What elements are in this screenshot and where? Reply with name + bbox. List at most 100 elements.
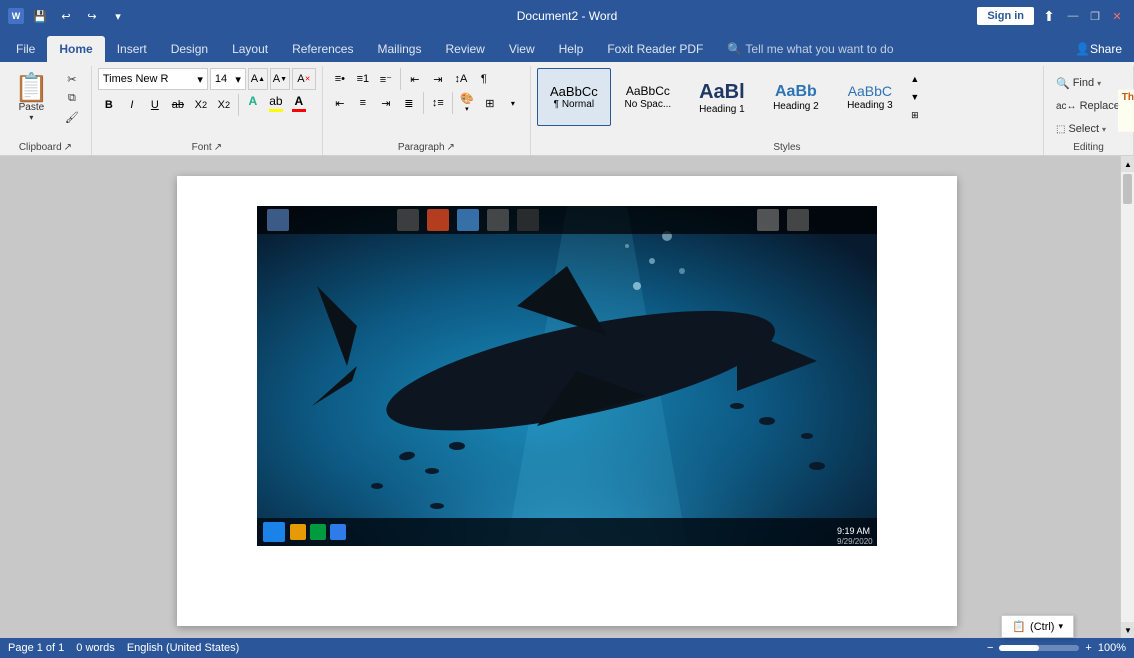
clipboard-expand-icon[interactable]: ↗ bbox=[64, 142, 72, 153]
font-row1: Times New R ▾ 14 ▾ A▲ A▼ A✕ bbox=[98, 68, 316, 90]
paragraph-expand-icon[interactable]: ↗ bbox=[447, 142, 455, 153]
scroll-thumb[interactable] bbox=[1123, 174, 1132, 204]
font-color-button[interactable]: A bbox=[288, 94, 310, 116]
tab-help[interactable]: Help bbox=[547, 36, 596, 62]
vertical-scrollbar[interactable]: ▲ ▼ bbox=[1120, 156, 1134, 638]
justify-button[interactable]: ≣ bbox=[398, 92, 420, 114]
paste-button[interactable]: 📋 Paste ▾ bbox=[6, 68, 57, 128]
cut-button[interactable]: ✂ bbox=[59, 70, 85, 88]
paste-notification[interactable]: 📋 (Ctrl) ▾ bbox=[1001, 615, 1074, 638]
zoom-in-button[interactable]: + bbox=[1085, 642, 1091, 654]
tab-review[interactable]: Review bbox=[433, 36, 496, 62]
style-heading3[interactable]: AaBbC Heading 3 bbox=[833, 68, 907, 126]
bullets-button[interactable]: ≡• bbox=[329, 68, 351, 90]
styles-scroll-down[interactable]: ▼ bbox=[907, 88, 923, 106]
zoom-slider[interactable] bbox=[999, 645, 1079, 651]
tab-foxit[interactable]: Foxit Reader PDF bbox=[595, 36, 715, 62]
highlight-color-button[interactable]: ab bbox=[265, 94, 287, 116]
clipboard-group: 📋 Paste ▾ ✂ ⧉ 🖌 Clipboard ↗ bbox=[0, 66, 92, 155]
align-right-button[interactable]: ⇥ bbox=[375, 92, 397, 114]
increase-indent-button[interactable]: ⇥ bbox=[427, 68, 449, 90]
ribbon-toggle-button[interactable]: ⬆ bbox=[1038, 5, 1060, 27]
tab-tell-me[interactable]: 🔍 Tell me what you want to do bbox=[715, 36, 905, 62]
borders-button[interactable]: ⊞ bbox=[479, 92, 501, 114]
shading-button[interactable]: 🎨 ▾ bbox=[456, 92, 478, 114]
text-effects-button[interactable]: A bbox=[242, 94, 264, 116]
qat-redo-button[interactable]: ↪ bbox=[82, 6, 102, 26]
multilevel-list-button[interactable]: ≡⁻ bbox=[375, 68, 397, 90]
tab-design[interactable]: Design bbox=[159, 36, 220, 62]
tab-layout[interactable]: Layout bbox=[220, 36, 280, 62]
clear-formatting-button[interactable]: A✕ bbox=[292, 68, 316, 90]
scroll-track bbox=[1121, 206, 1134, 622]
tab-view[interactable]: View bbox=[497, 36, 547, 62]
sort-button[interactable]: ↕A bbox=[450, 68, 472, 90]
subscript-button[interactable]: X2 bbox=[190, 94, 212, 116]
document-area[interactable]: 9:19 AM 9/29/2020 bbox=[0, 156, 1134, 638]
line-spacing-button[interactable]: ↕≡ bbox=[427, 92, 449, 114]
para-row1: ≡• ≡1 ≡⁻ ⇤ ⇥ ↕A ¶ bbox=[329, 68, 495, 90]
qat-undo-button[interactable]: ↩ bbox=[56, 6, 76, 26]
styles-scroll-buttons: ▲ ▼ ⊞ bbox=[907, 70, 923, 124]
style-heading2[interactable]: AaBb Heading 2 bbox=[759, 68, 833, 126]
zoom-out-button[interactable]: − bbox=[987, 642, 993, 654]
font-shrink-button[interactable]: A▼ bbox=[270, 68, 290, 90]
copy-button[interactable]: ⧉ bbox=[59, 89, 85, 107]
underline-button[interactable]: U bbox=[144, 94, 166, 116]
restore-button[interactable]: ❐ bbox=[1086, 7, 1104, 25]
style-normal[interactable]: AaBbCc ¶ Normal bbox=[537, 68, 611, 126]
tab-file[interactable]: File bbox=[4, 36, 47, 62]
superscript-button[interactable]: X2 bbox=[213, 94, 235, 116]
editing-group: 🔍 Find ▾ ac↔ Replace ⬚ Select ▾ Editing … bbox=[1044, 66, 1134, 155]
para-sep1 bbox=[400, 68, 401, 90]
font-size-selector[interactable]: 14 ▾ bbox=[210, 68, 246, 90]
italic-button[interactable]: I bbox=[121, 94, 143, 116]
strikethrough-button[interactable]: ab bbox=[167, 94, 189, 116]
paste-notification-dropdown[interactable]: ▾ bbox=[1058, 621, 1063, 632]
watermark-label: ThuThuatPhanMem.vn bbox=[1118, 89, 1134, 132]
format-painter-button[interactable]: 🖌 bbox=[59, 108, 85, 126]
paste-icon: 📋 bbox=[14, 74, 49, 102]
replace-button[interactable]: ac↔ Replace bbox=[1050, 95, 1127, 117]
decrease-indent-button[interactable]: ⇤ bbox=[404, 68, 426, 90]
font-grow-button[interactable]: A▲ bbox=[248, 68, 268, 90]
document-title: Document2 - Word bbox=[517, 9, 617, 23]
style-no-spacing-preview: AaBbCc bbox=[626, 84, 670, 98]
tab-references[interactable]: References bbox=[280, 36, 365, 62]
show-paragraph-button[interactable]: ¶ bbox=[473, 68, 495, 90]
font-format-buttons: B I U ab X2 X2 A ab A bbox=[98, 94, 316, 116]
align-left-button[interactable]: ⇤ bbox=[329, 92, 351, 114]
find-button[interactable]: 🔍 Find ▾ bbox=[1050, 72, 1127, 94]
font-selector: Times New R ▾ 14 ▾ A▲ A▼ A✕ B I U ab bbox=[98, 68, 316, 116]
word-app-icon: W bbox=[8, 8, 24, 24]
styles-expand[interactable]: ⊞ bbox=[907, 106, 923, 124]
numbering-button[interactable]: ≡1 bbox=[352, 68, 374, 90]
share-button[interactable]: 👤 Share bbox=[1063, 36, 1134, 62]
borders-dropdown-button[interactable]: ▾ bbox=[502, 92, 524, 114]
bold-button[interactable]: B bbox=[98, 94, 120, 116]
tab-home[interactable]: Home bbox=[47, 36, 104, 62]
editing-group-content: 🔍 Find ▾ ac↔ Replace ⬚ Select ▾ bbox=[1050, 68, 1127, 140]
align-center-button[interactable]: ≡ bbox=[352, 92, 374, 114]
style-heading1[interactable]: AaBl Heading 1 bbox=[685, 68, 759, 126]
scroll-up-button[interactable]: ▲ bbox=[1121, 156, 1134, 172]
font-expand-icon[interactable]: ↗ bbox=[214, 142, 222, 153]
document-image: 9:19 AM 9/29/2020 bbox=[257, 206, 877, 546]
para-sep2 bbox=[423, 92, 424, 114]
styles-scroll-up[interactable]: ▲ bbox=[907, 70, 923, 88]
ribbon: 📋 Paste ▾ ✂ ⧉ 🖌 Clipboard ↗ Times New R … bbox=[0, 62, 1134, 156]
document-area-wrapper: 9:19 AM 9/29/2020 ▲ ▼ bbox=[0, 156, 1134, 638]
qat-save-button[interactable]: 💾 bbox=[30, 6, 50, 26]
scroll-down-button[interactable]: ▼ bbox=[1121, 622, 1134, 638]
select-button[interactable]: ⬚ Select ▾ bbox=[1050, 118, 1127, 140]
style-no-spacing[interactable]: AaBbCc No Spac... bbox=[611, 68, 685, 126]
sign-in-button[interactable]: Sign in bbox=[977, 7, 1034, 25]
language-indicator: English (United States) bbox=[127, 642, 240, 654]
qat-dropdown-button[interactable]: ▾ bbox=[108, 6, 128, 26]
minimize-button[interactable]: — bbox=[1064, 7, 1082, 25]
font-name-selector[interactable]: Times New R ▾ bbox=[98, 68, 208, 90]
tab-mailings[interactable]: Mailings bbox=[365, 36, 433, 62]
tab-insert[interactable]: Insert bbox=[105, 36, 159, 62]
style-heading2-label: Heading 2 bbox=[773, 101, 819, 112]
close-button[interactable]: ✕ bbox=[1108, 7, 1126, 25]
